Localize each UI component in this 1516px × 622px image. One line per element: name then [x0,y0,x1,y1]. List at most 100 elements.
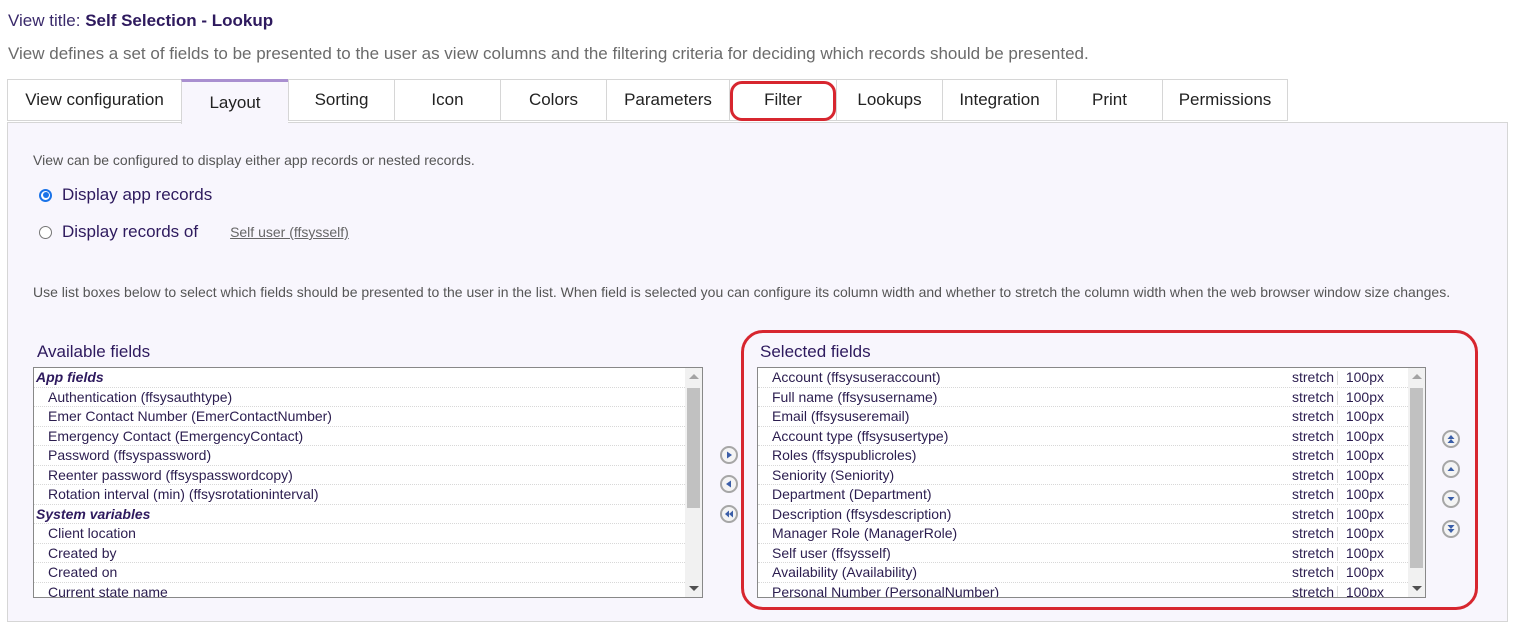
stretch-toggle[interactable]: stretch [1292,446,1334,465]
tab-filter[interactable]: Filter [729,79,836,121]
column-width-value[interactable]: 100px [1346,388,1384,407]
move-down-button[interactable] [1442,490,1460,508]
nested-records-link[interactable]: Self user (ffsysself) [230,224,349,240]
tab-icon[interactable]: Icon [394,79,500,121]
scroll-up-arrow-icon[interactable] [689,374,699,379]
selected-field-item[interactable]: Availability (Availability) stretch 100px [758,563,1408,583]
tab-sorting[interactable]: Sorting [288,79,394,121]
column-width-value[interactable]: 100px [1346,407,1384,426]
column-separator [1337,371,1338,385]
selected-field-item[interactable]: Account (ffsysuseraccount) stretch 100px [758,368,1408,388]
available-field-item[interactable]: Created on [34,563,685,583]
stretch-toggle[interactable]: stretch [1292,407,1334,426]
available-fields-listbox[interactable]: App fields Authentication (ffsysauthtype)… [33,367,703,598]
field-name: Roles (ffsyspublicroles) [772,447,917,463]
scroll-down-arrow-icon[interactable] [1412,586,1422,591]
selected-field-item[interactable]: Department (Department) stretch 100px [758,485,1408,505]
radio-button-unchecked[interactable] [39,225,52,239]
field-name: Seniority (Seniority) [772,466,895,483]
selected-fields-listbox[interactable]: Account (ffsysuseraccount) stretch 100px Fu… [757,367,1426,598]
move-up-button[interactable] [1442,460,1460,478]
available-field-item[interactable]: Rotation interval (min) (ffsysrotationin… [34,485,685,505]
selected-field-item[interactable]: Description (ffsysdescription) stretch 100… [758,505,1408,524]
tab-label: Sorting [314,90,369,109]
selected-field-item[interactable]: Personal Number (PersonalNumber) stretch 1… [758,583,1408,598]
move-bottom-button[interactable] [1442,520,1460,538]
available-field-item[interactable]: Created by [34,544,685,563]
column-separator [1337,546,1338,561]
selected-fields-scrollbar[interactable] [1408,368,1425,597]
selected-field-item[interactable]: Account type (ffsysusertype) stretch 100px [758,427,1408,446]
tab-permissions[interactable]: Permissions [1162,79,1288,121]
column-width-value[interactable]: 100px [1346,446,1384,465]
tab-parameters[interactable]: Parameters [606,79,729,121]
field-name: Department (Department) [772,486,932,502]
column-width-value[interactable]: 100px [1346,524,1384,543]
add-field-button[interactable] [720,446,738,464]
tab-label: Colors [528,90,579,109]
column-width-value[interactable]: 100px [1346,368,1384,387]
stretch-toggle[interactable]: stretch [1292,368,1334,387]
remove-all-fields-button[interactable] [720,505,738,523]
column-width-value[interactable]: 100px [1346,466,1384,485]
selected-field-item[interactable]: Manager Role (ManagerRole) stretch 100px [758,524,1408,544]
field-name: Manager Role (ManagerRole) [772,525,958,541]
view-description: View defines a set of fields to be prese… [8,44,1089,63]
available-field-item[interactable]: Current state name [34,583,685,598]
stretch-toggle[interactable]: stretch [1292,544,1334,563]
tab-integration[interactable]: Integration [942,79,1056,121]
move-top-button[interactable] [1442,430,1460,448]
selected-field-item[interactable]: Email (ffsysuseremail) stretch 100px [758,407,1408,427]
tab-label: Lookups [857,90,922,109]
scroll-thumb[interactable] [1410,388,1423,568]
column-width-value[interactable]: 100px [1346,583,1384,598]
tab-view-configuration[interactable]: View configuration [7,79,181,121]
tab-print[interactable]: Print [1056,79,1162,121]
tab-lookups[interactable]: Lookups [836,79,942,121]
selected-field-item[interactable]: Full name (ffsysusername) stretch 100px [758,388,1408,407]
scroll-thumb[interactable] [687,388,700,508]
selected-field-item[interactable]: Self user (ffsysself) stretch 100px [758,544,1408,563]
tab-label: Layout [209,93,261,112]
selected-field-item[interactable]: Seniority (Seniority) stretch 100px [758,466,1408,485]
selected-fields-rows: Account (ffsysuseraccount) stretch 100px Fu… [758,368,1408,598]
available-field-item[interactable]: Emergency Contact (EmergencyContact) [34,427,685,446]
field-name: Self user (ffsysself) [772,544,891,561]
stretch-toggle[interactable]: stretch [1292,466,1334,485]
field-name: Availability (Availability) [772,564,917,580]
column-width-value[interactable]: 100px [1346,485,1384,504]
available-fields-rows: App fields Authentication (ffsysauthtype)… [34,368,685,598]
selected-fields-label: Selected fields [760,342,871,361]
stretch-toggle[interactable]: stretch [1292,485,1334,504]
column-width-value[interactable]: 100px [1346,427,1384,446]
column-width-value[interactable]: 100px [1346,563,1384,582]
radio-display-records-of[interactable]: Display records of Self user (ffsysself) [39,222,349,242]
view-title: View title: Self Selection - Lookup [8,11,273,31]
radio-button-checked[interactable] [39,188,52,202]
column-separator [1337,410,1338,424]
stretch-toggle[interactable]: stretch [1292,524,1334,543]
arrow-left-icon [726,480,731,488]
available-field-item[interactable]: Emer Contact Number (EmerContactNumber) [34,407,685,427]
stretch-toggle[interactable]: stretch [1292,563,1334,582]
scroll-down-arrow-icon[interactable] [689,586,699,591]
stretch-toggle[interactable]: stretch [1292,583,1334,598]
available-field-item[interactable]: Password (ffsyspassword) [34,446,685,466]
available-fields-scrollbar[interactable] [685,368,702,597]
scroll-up-arrow-icon[interactable] [1412,374,1422,379]
column-width-value[interactable]: 100px [1346,544,1384,563]
stretch-toggle[interactable]: stretch [1292,427,1334,446]
tab-layout[interactable]: Layout [181,79,288,124]
available-field-item[interactable]: Reenter password (ffsyspasswordcopy) [34,466,685,485]
available-field-item[interactable]: Authentication (ffsysauthtype) [34,388,685,407]
available-field-item[interactable]: Client location [34,524,685,544]
selected-field-item[interactable]: Roles (ffsyspublicroles) stretch 100px [758,446,1408,466]
column-separator [1337,429,1338,444]
stretch-toggle[interactable]: stretch [1292,505,1334,524]
panel-right-border [1507,122,1508,622]
radio-display-app-records[interactable]: Display app records [39,185,212,205]
remove-field-button[interactable] [720,475,738,493]
stretch-toggle[interactable]: stretch [1292,388,1334,407]
tab-colors[interactable]: Colors [500,79,606,121]
column-width-value[interactable]: 100px [1346,505,1384,524]
